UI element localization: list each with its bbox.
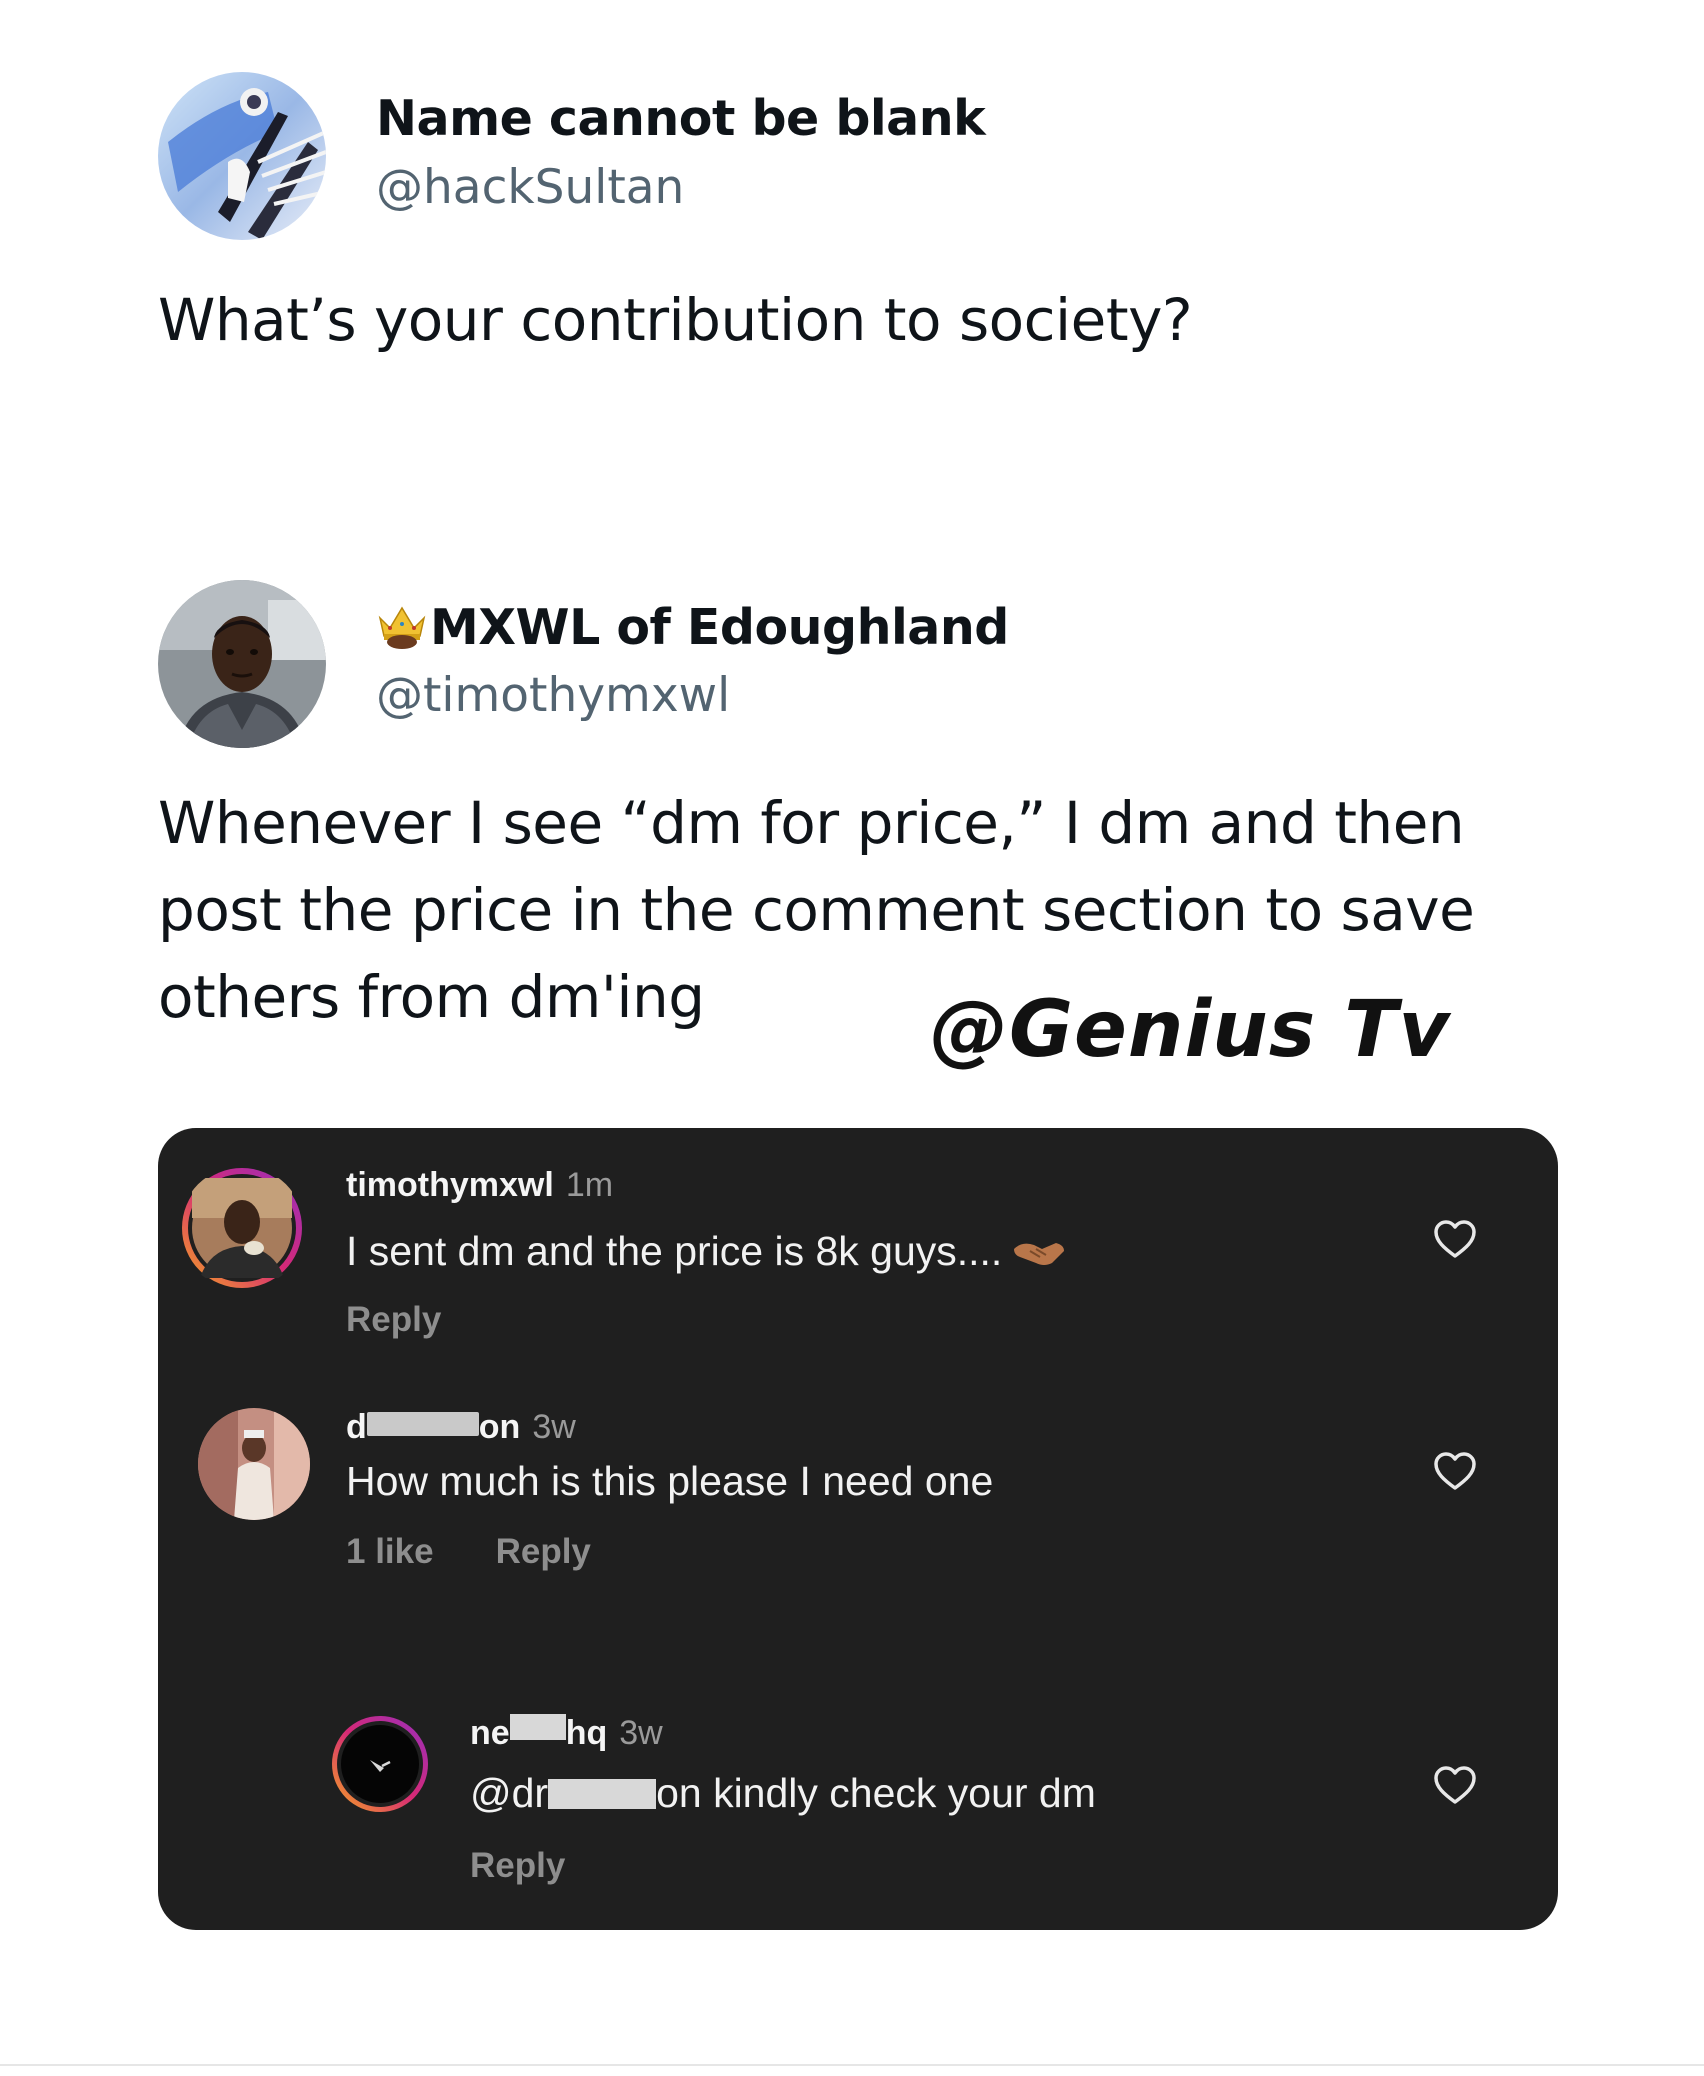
tweet-header: Name cannot be blank @hackSultan (158, 72, 1578, 242)
tweet-timothymxwl: MXWL of Edoughland @timothymxwl Whenever… (158, 580, 1578, 1031)
user-handle[interactable]: @timothymxwl (376, 668, 730, 723)
heart-outline-icon[interactable] (1432, 1450, 1478, 1492)
avatar[interactable] (198, 1408, 310, 1520)
username-end: on (478, 1408, 521, 1446)
comments-screenshot: timothymxwl 1m I sent dm and the price is… (158, 1128, 1558, 1930)
redacted-username-blur (366, 1412, 479, 1436)
username-text: timothymxwl (346, 1166, 554, 1204)
crown-emoji-icon (378, 606, 426, 649)
username-start: ne (470, 1714, 510, 1752)
comment-time: 3w (619, 1714, 663, 1752)
redacted-username-blur (509, 1714, 566, 1740)
comment-time: 3w (532, 1408, 576, 1446)
avatar[interactable] (330, 1714, 430, 1814)
display-name[interactable]: Name cannot be blank (376, 90, 986, 147)
comment-actions: 1 like Reply (346, 1532, 591, 1572)
display-name-text: MXWL of Edoughland (430, 599, 1009, 656)
avatar[interactable] (180, 1166, 304, 1290)
reply-button[interactable]: Reply (496, 1532, 591, 1571)
heart-outline-icon[interactable] (1432, 1218, 1478, 1260)
watermark-text: @Genius Tv (930, 985, 1451, 1075)
redacted-mention-blur (548, 1779, 657, 1809)
comment-text-content: I sent dm and the price is 8k guys.... (346, 1228, 1003, 1274)
divider (0, 2064, 1704, 2066)
user-handle[interactable]: @hackSultan (376, 160, 684, 215)
reply-button[interactable]: Reply (346, 1300, 441, 1339)
comment-text: I sent dm and the price is 8k guys.... (346, 1228, 1066, 1275)
like-count[interactable]: 1 like (346, 1532, 434, 1571)
comment-time: 1m (565, 1166, 614, 1204)
comment-actions: Reply (346, 1300, 441, 1340)
comment-username[interactable]: timothymxwl 1m (346, 1166, 613, 1205)
comment-username[interactable]: d on 3w (346, 1408, 576, 1447)
comment-username[interactable]: ne hq 3w (470, 1714, 663, 1753)
comment-text: @dr on kindly check your dm (470, 1770, 1096, 1817)
avatar[interactable] (158, 580, 326, 748)
tweet-hacksultan: Name cannot be blank @hackSultan What’s … (158, 72, 1578, 354)
mention-start[interactable]: @dr (470, 1770, 548, 1816)
comment-actions: Reply (470, 1846, 565, 1886)
handshake-emoji-icon (1014, 1243, 1065, 1265)
comment-text-content: on kindly check your dm (656, 1770, 1096, 1816)
comment-text: How much is this please I need one (346, 1458, 994, 1504)
heart-outline-icon[interactable] (1432, 1764, 1478, 1806)
display-name[interactable]: MXWL of Edoughland (376, 598, 1009, 656)
reply-button[interactable]: Reply (470, 1846, 565, 1885)
avatar[interactable] (158, 72, 326, 240)
tweet-header: MXWL of Edoughland @timothymxwl (158, 580, 1578, 750)
tweet-text: What’s your contribution to society? (158, 286, 1193, 354)
username-start: d (346, 1408, 367, 1446)
username-end: hq (565, 1714, 608, 1752)
